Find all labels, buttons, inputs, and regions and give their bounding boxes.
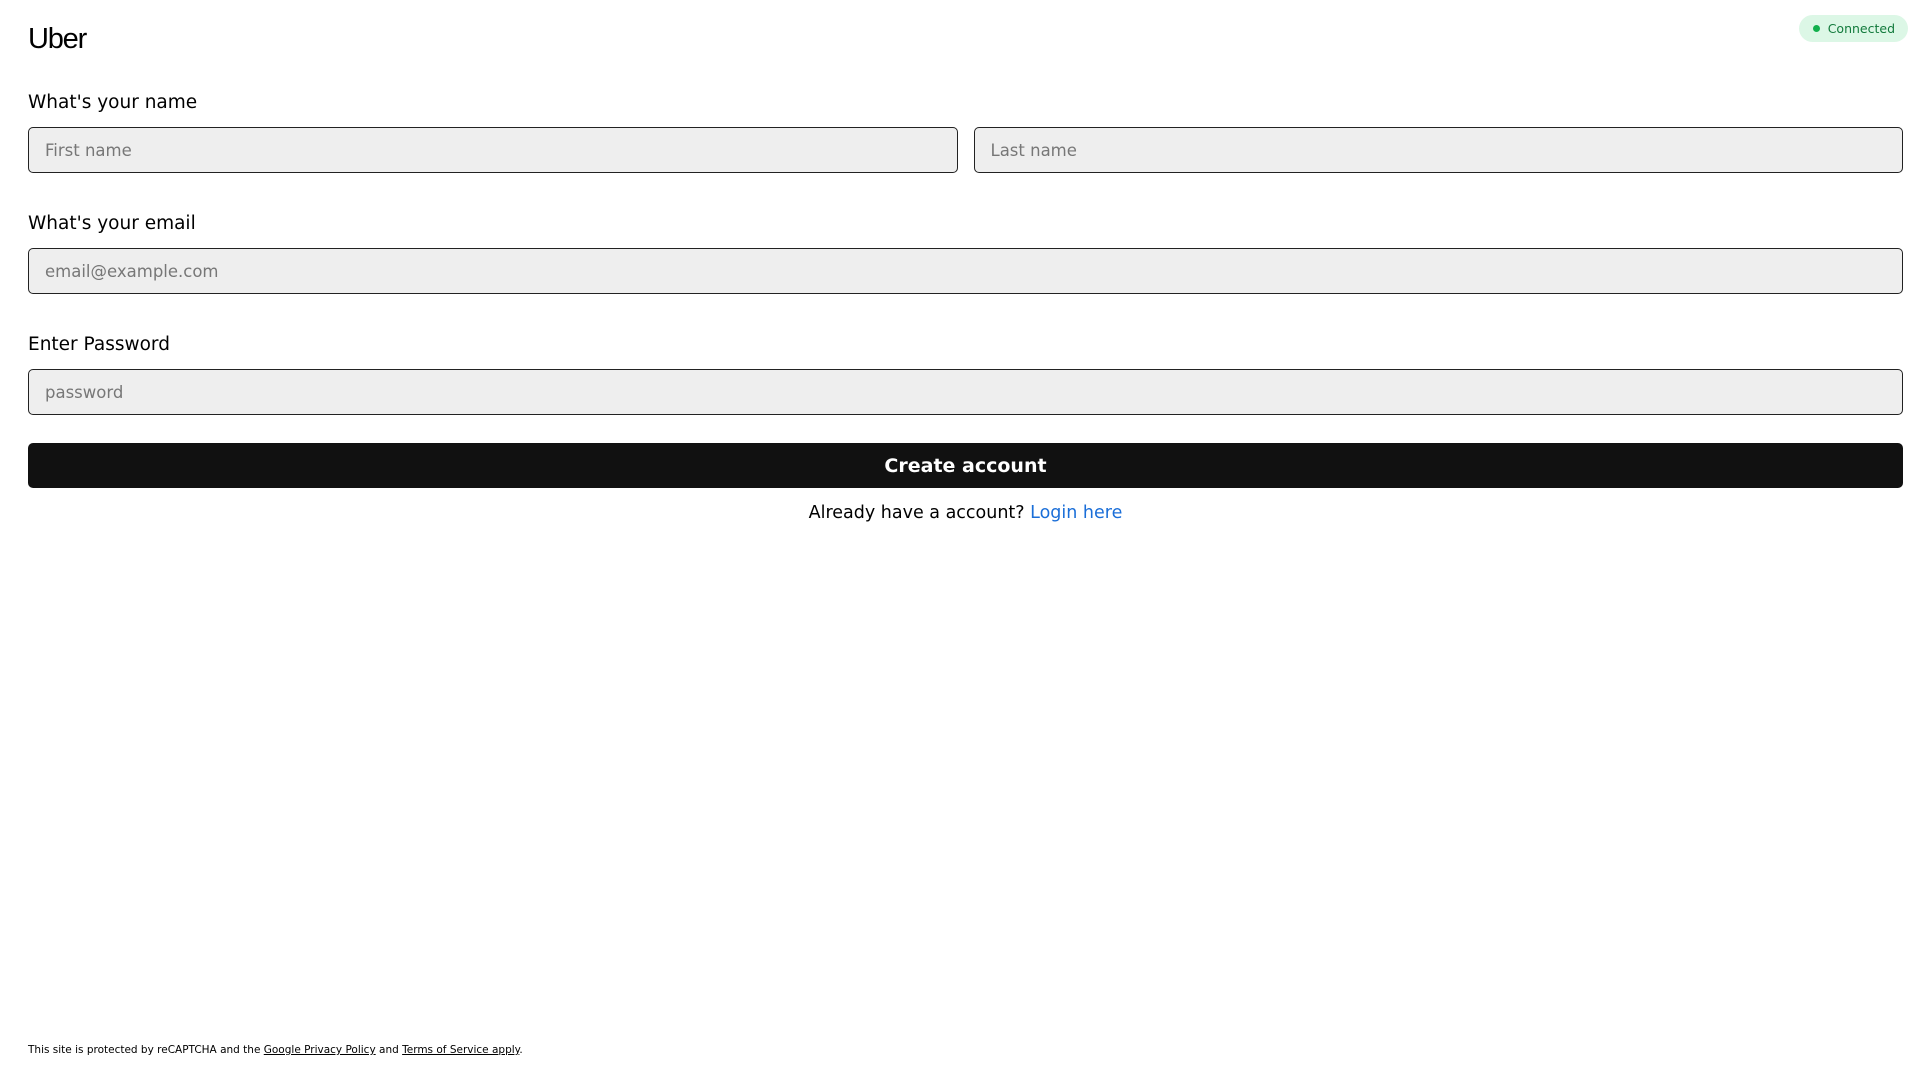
- terms-of-service-link[interactable]: Terms of Service apply: [402, 1044, 519, 1056]
- uber-logo[interactable]: Uber: [28, 22, 87, 56]
- email-section: What's your email: [28, 213, 1903, 294]
- recaptcha-notice: This site is protected by reCAPTCHA and …: [28, 1044, 523, 1057]
- email-input[interactable]: [28, 248, 1903, 294]
- recaptcha-prefix: This site is protected by reCAPTCHA and …: [28, 1044, 264, 1056]
- status-dot-icon: [1812, 25, 1820, 32]
- connection-status-label: Connected: [1827, 21, 1895, 36]
- password-section: Enter Password: [28, 334, 1903, 415]
- email-label: What's your email: [28, 213, 196, 234]
- password-label: Enter Password: [28, 334, 170, 355]
- password-input[interactable]: [28, 369, 1903, 415]
- name-section: What's your name: [28, 92, 1903, 173]
- connection-status-badge: Connected: [1798, 15, 1908, 42]
- signup-page: Uber Connected What's your name What's y…: [0, 0, 1920, 1080]
- password-row: [28, 369, 1903, 415]
- first-name-input[interactable]: [28, 127, 958, 173]
- name-label: What's your name: [28, 92, 198, 113]
- login-link[interactable]: Login here: [1030, 503, 1122, 523]
- recaptcha-suffix: .: [519, 1044, 523, 1056]
- create-account-button[interactable]: Create account: [28, 443, 1903, 488]
- privacy-policy-link[interactable]: Google Privacy Policy: [264, 1044, 376, 1056]
- login-prompt-text: Already have a account?: [808, 503, 1031, 523]
- recaptcha-and: and: [379, 1044, 403, 1056]
- login-prompt: Already have a account? Login here: [28, 502, 1903, 524]
- email-row: [28, 248, 1903, 294]
- last-name-input[interactable]: [973, 127, 1903, 173]
- name-row: [28, 127, 1903, 173]
- signup-form: What's your name What's your email Enter…: [28, 92, 1903, 524]
